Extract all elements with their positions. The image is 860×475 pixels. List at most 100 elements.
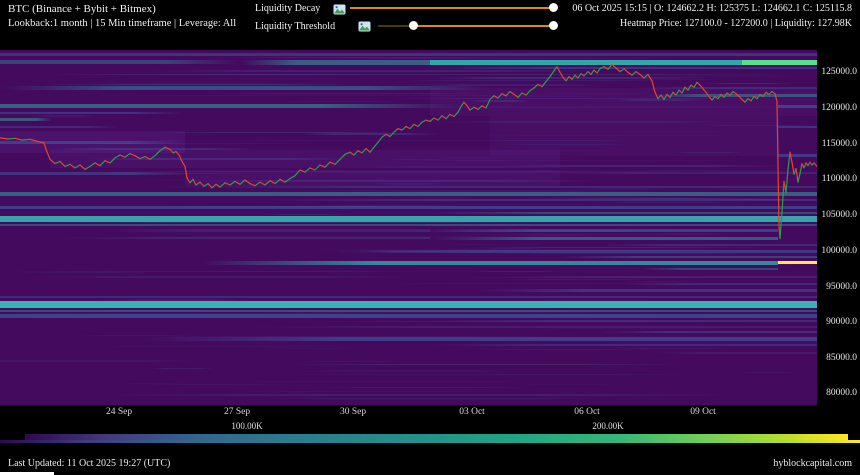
slider-handle[interactable]: [549, 3, 558, 12]
liquidity-streak: [143, 384, 292, 385]
liquidity-threshold-slider[interactable]: [378, 25, 553, 27]
liquidity-band: [600, 331, 817, 333]
liquidity-streak: [530, 315, 677, 316]
liquidity-streak: [1, 271, 436, 272]
liquidity-streak: [525, 93, 658, 94]
liquidity-streak: [46, 143, 317, 144]
y-axis-label: 110000.0: [822, 174, 857, 184]
liquidity-streak: [223, 391, 521, 392]
liquidity-streak: [75, 335, 195, 336]
liquidity-band: [0, 301, 817, 308]
heatmap-tint: [490, 116, 780, 156]
liquidity-streak: [395, 225, 553, 226]
slider-handle[interactable]: [409, 21, 418, 30]
liquidity-streak: [615, 348, 730, 349]
liquidity-streak: [536, 303, 659, 304]
liquidity-streak: [473, 96, 596, 97]
liquidity-band: [430, 60, 742, 65]
liquidity-band: [240, 60, 430, 65]
liquidity-colorbar-strip: [0, 440, 860, 443]
liquidity-band: [0, 360, 200, 362]
heatmap-tint: [185, 170, 560, 186]
liquidity-streak: [438, 121, 732, 123]
liquidity-band: [560, 256, 817, 258]
liquidity-streak: [483, 248, 544, 249]
liquidity-streak: [380, 160, 745, 161]
liquidity-streak: [400, 197, 478, 198]
liquidity-band: [0, 172, 190, 175]
liquidity-band: [200, 180, 600, 182]
liquidity-streak: [85, 173, 250, 174]
footer-bar: Last Updated: 11 Oct 2025 19:27 (UTC) hy…: [0, 446, 860, 475]
liquidity-streak: [479, 247, 730, 248]
liquidity-band: [0, 118, 52, 121]
liquidity-streak: [626, 170, 803, 171]
liquidity-streak: [366, 307, 614, 308]
liquidity-streak: [31, 115, 98, 117]
liquidity-band: [650, 94, 817, 97]
liquidity-streak: [306, 205, 458, 206]
liquidity-band: [260, 199, 817, 201]
liquidity-band: [778, 261, 817, 264]
liquidity-streak: [282, 374, 703, 375]
liquidity-streak: [16, 272, 144, 273]
y-axis-label: 85000.0: [826, 353, 857, 363]
liquidity-band: [50, 148, 260, 150]
liquidity-streak: [574, 188, 666, 190]
liquidity-streak: [436, 244, 555, 245]
liquidity-streak: [295, 58, 679, 59]
liquidity-streak: [545, 197, 693, 198]
slider-handle[interactable]: [549, 21, 558, 30]
liquidity-streak: [692, 316, 773, 317]
colorbar-label: 100.00K: [231, 421, 262, 431]
liquidity-streak: [43, 84, 334, 85]
x-axis: 24 Sep27 Sep30 Sep03 Oct06 Oct09 Oct: [0, 405, 860, 423]
liquidity-streak: [512, 234, 597, 236]
liquidity-band: [0, 192, 817, 196]
liquidity-band: [0, 104, 460, 108]
liquidity-streak: [625, 281, 701, 282]
image-icon: [333, 2, 346, 13]
liquidity-band: [150, 186, 817, 188]
y-axis-label: 95000.0: [826, 282, 857, 292]
liquidity-streak: [503, 198, 736, 199]
liquidity-streak: [310, 387, 530, 388]
liquidity-heatmap-chart[interactable]: [0, 50, 817, 405]
liquidity-band: [500, 276, 817, 278]
liquidity-band: [60, 237, 430, 239]
liquidity-streak: [703, 83, 793, 84]
liquidity-streak: [169, 206, 418, 207]
chart-settings: Lookback:1 month | 15 Min timeframe | Le…: [8, 18, 236, 29]
liquidity-streak: [4, 313, 390, 314]
y-axis-label: 100000.0: [821, 246, 857, 256]
liquidity-streak: [450, 277, 747, 278]
liquidity-streak: [376, 183, 442, 185]
liquidity-decay-slider[interactable]: [350, 7, 553, 9]
liquidity-streak: [104, 394, 735, 396]
liquidity-band: [0, 53, 817, 56]
liquidity-streak: [658, 218, 789, 219]
liquidity-streak: [101, 299, 251, 301]
liquidity-streak: [120, 383, 187, 384]
header-bar: BTC (Binance + Bybit + Bitmex) Lookback:…: [0, 0, 860, 50]
liquidity-streak: [627, 75, 784, 76]
liquidity-streak: [468, 271, 564, 272]
liquidity-streak: [687, 219, 782, 220]
liquidity-streak: [491, 253, 770, 254]
liquidity-streak: [97, 83, 300, 84]
heatmap-tint: [430, 88, 817, 116]
liquidity-streak: [369, 283, 672, 284]
liquidity-streak: [260, 311, 595, 313]
site-link[interactable]: hyblockcapital.com: [773, 458, 852, 469]
liquidity-streak: [42, 140, 632, 141]
liquidity-streak: [398, 80, 676, 81]
liquidity-streak: [283, 190, 619, 191]
liquidity-heatmap-app: BTC (Binance + Bybit + Bitmex) Lookback:…: [0, 0, 860, 475]
liquidity-streak: [82, 346, 383, 347]
liquidity-streak: [151, 368, 214, 369]
liquidity-streak: [305, 249, 772, 251]
price-line: [0, 50, 817, 405]
liquidity-streak: [627, 79, 722, 80]
liquidity-streak: [648, 76, 802, 77]
ohlc-info: 06 Oct 2025 15:15 | O: 124662.2 H: 12537…: [572, 3, 852, 14]
